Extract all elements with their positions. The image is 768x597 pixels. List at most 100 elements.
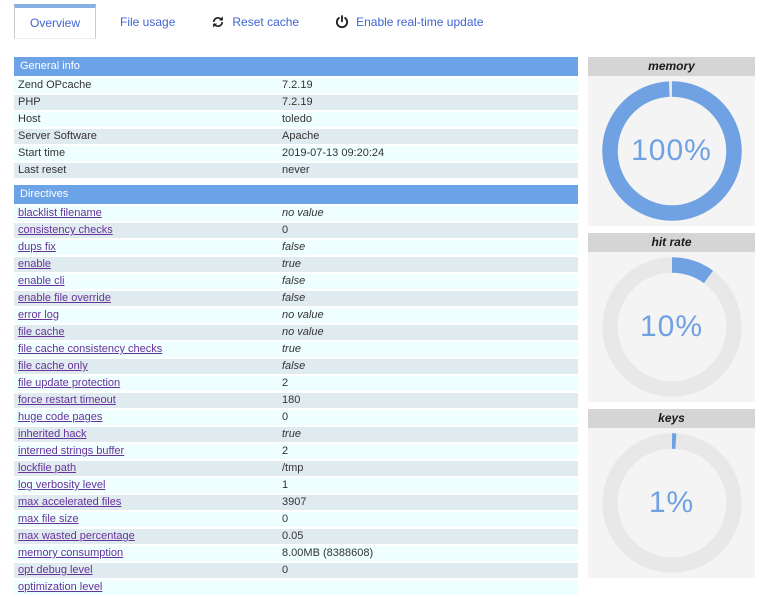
- memory-gauge-panel: memory 100%: [588, 57, 755, 226]
- directives-table: Directives blacklist filenameno valuecon…: [14, 185, 578, 597]
- table-row: enable clifalse: [14, 274, 578, 291]
- directive-name-cell: max wasted percentage: [14, 529, 278, 546]
- table-row: opt debug level 0: [14, 563, 578, 580]
- keys-gauge: 1%: [588, 428, 755, 578]
- tab-enable-realtime-label: Enable real-time update: [356, 15, 483, 29]
- directive-link[interactable]: blacklist filename: [18, 207, 102, 219]
- info-label-cell: Server Software: [14, 129, 278, 146]
- table-row: file update protection 2: [14, 376, 578, 393]
- directive-link[interactable]: lockfile path: [18, 462, 76, 474]
- value-cell: 0.05: [278, 529, 578, 546]
- tab-reset-cache[interactable]: Reset cache: [199, 4, 311, 39]
- directive-name-cell: optimization level: [14, 580, 278, 597]
- table-row: blacklist filenameno value: [14, 206, 578, 223]
- directive-link[interactable]: dups fix: [18, 241, 56, 253]
- directive-link[interactable]: file cache: [18, 326, 64, 338]
- hit-rate-percentage: 10%: [588, 252, 755, 402]
- table-row: consistency checks 0: [14, 223, 578, 240]
- directive-name-cell: max file size: [14, 512, 278, 529]
- tab-file-usage[interactable]: File usage: [108, 4, 187, 39]
- directive-link[interactable]: interned strings buffer: [18, 445, 124, 457]
- directive-link[interactable]: max file size: [18, 513, 79, 525]
- info-label-cell: Start time: [14, 146, 278, 163]
- directive-link[interactable]: enable file override: [18, 292, 111, 304]
- info-label-cell: Zend OPcache: [14, 78, 278, 95]
- directive-link[interactable]: huge code pages: [18, 411, 102, 423]
- table-row: max wasted percentage 0.05: [14, 529, 578, 546]
- directives-header: Directives: [14, 185, 578, 206]
- directive-name-cell: file update protection: [14, 376, 278, 393]
- refresh-icon: [211, 15, 225, 29]
- table-row: Start time2019-07-13 09:20:24: [14, 146, 578, 163]
- value-cell: true: [278, 427, 578, 444]
- opcache-status-page: Overview File usage Reset cache: [0, 0, 768, 597]
- table-row: huge code pages0: [14, 410, 578, 427]
- value-cell: true: [278, 342, 578, 359]
- tab-overview[interactable]: Overview: [14, 4, 96, 39]
- directive-name-cell: consistency checks: [14, 223, 278, 240]
- tab-reset-cache-label: Reset cache: [232, 15, 299, 29]
- value-cell: 0: [278, 563, 578, 580]
- table-row: enable file overridefalse: [14, 291, 578, 308]
- table-row: force restart timeout180: [14, 393, 578, 410]
- directive-name-cell: dups fix: [14, 240, 278, 257]
- directive-link[interactable]: opt debug level: [18, 564, 93, 576]
- table-row: Last resetnever: [14, 163, 578, 180]
- value-cell: /tmp: [278, 461, 578, 478]
- directive-name-cell: enable cli: [14, 274, 278, 291]
- tab-enable-realtime[interactable]: Enable real-time update: [323, 4, 495, 39]
- directive-name-cell: lockfile path: [14, 461, 278, 478]
- hit-rate-gauge-panel: hit rate 10%: [588, 233, 755, 402]
- table-row: dups fixfalse: [14, 240, 578, 257]
- directive-link[interactable]: file cache only: [18, 360, 88, 372]
- directive-link[interactable]: enable cli: [18, 275, 64, 287]
- keys-gauge-title: keys: [588, 409, 755, 428]
- table-row: inherited hack true: [14, 427, 578, 444]
- keys-gauge-panel: keys 1%: [588, 409, 755, 578]
- value-cell: 0: [278, 512, 578, 529]
- directive-name-cell: file cache only: [14, 359, 278, 376]
- directive-link[interactable]: error log: [18, 309, 59, 321]
- value-cell: 2019-07-13 09:20:24: [278, 146, 578, 163]
- directive-link[interactable]: file update protection: [18, 377, 120, 389]
- tab-file-usage-label: File usage: [120, 15, 175, 29]
- general-info-table: General info Zend OPcache7.2.19PHP7.2.19…: [14, 57, 578, 180]
- table-row: memory consumption8.00MB (8388608): [14, 546, 578, 563]
- directive-link[interactable]: enable: [18, 258, 51, 270]
- directive-link[interactable]: optimization level: [18, 581, 102, 593]
- hit-rate-gauge-title: hit rate: [588, 233, 755, 252]
- directive-link[interactable]: log verbosity level: [18, 479, 105, 491]
- directive-name-cell: max accelerated files: [14, 495, 278, 512]
- directive-link[interactable]: file cache consistency checks: [18, 343, 162, 355]
- value-cell: 7.2.19: [278, 78, 578, 95]
- directive-name-cell: error log: [14, 308, 278, 325]
- directive-name-cell: file cache consistency checks: [14, 342, 278, 359]
- general-info-header: General info: [14, 57, 578, 78]
- table-row: file cacheno value: [14, 325, 578, 342]
- info-label-cell: Host: [14, 112, 278, 129]
- keys-percentage: 1%: [588, 428, 755, 578]
- table-row: PHP7.2.19: [14, 95, 578, 112]
- value-cell: 0: [278, 223, 578, 240]
- directive-name-cell: inherited hack: [14, 427, 278, 444]
- tab-overview-label: Overview: [30, 16, 80, 30]
- directive-link[interactable]: inherited hack: [18, 428, 87, 440]
- table-row: file cache onlyfalse: [14, 359, 578, 376]
- table-row: Hosttoledo: [14, 112, 578, 129]
- hit-rate-gauge: 10%: [588, 252, 755, 402]
- value-cell: never: [278, 163, 578, 180]
- value-cell: 2: [278, 376, 578, 393]
- directive-link[interactable]: memory consumption: [18, 547, 123, 559]
- table-row: lockfile path/tmp: [14, 461, 578, 478]
- main-tables: General info Zend OPcache7.2.19PHP7.2.19…: [14, 57, 578, 597]
- table-row: Zend OPcache7.2.19: [14, 78, 578, 95]
- directive-link[interactable]: force restart timeout: [18, 394, 116, 406]
- directive-link[interactable]: max wasted percentage: [18, 530, 135, 542]
- power-icon: [335, 15, 349, 29]
- table-row: optimization level: [14, 580, 578, 597]
- directive-link[interactable]: consistency checks: [18, 224, 113, 236]
- value-cell: 1: [278, 478, 578, 495]
- table-row: enabletrue: [14, 257, 578, 274]
- directive-link[interactable]: max accelerated files: [18, 496, 121, 508]
- value-cell: 2: [278, 444, 578, 461]
